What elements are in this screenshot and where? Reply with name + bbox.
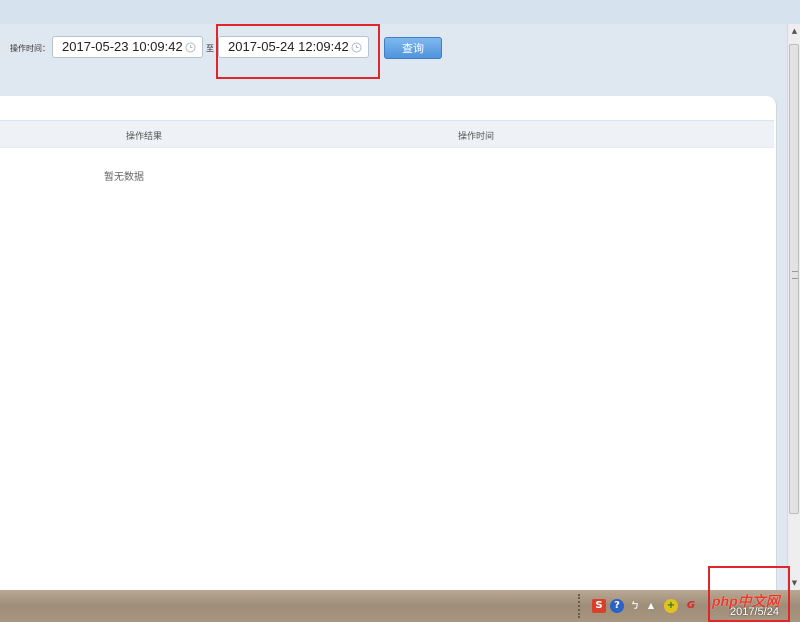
results-panel: 操作结果 操作时间 暂无数据 [0, 96, 777, 590]
scroll-up-arrow-icon[interactable]: ▲ [788, 24, 800, 38]
security-plus-icon[interactable]: + [664, 599, 678, 613]
language-icon[interactable]: ㄅ [628, 599, 642, 613]
sogou-input-icon[interactable]: S [592, 599, 606, 613]
show-hidden-icons-icon[interactable]: ▲ [644, 599, 658, 613]
clock-icon[interactable] [184, 41, 196, 53]
top-strip [0, 0, 800, 25]
highlight-box-end-time [216, 24, 380, 79]
scroll-thumb[interactable] [789, 44, 799, 514]
operation-time-label: 操作时间： [10, 44, 50, 53]
to-label: 至 [206, 44, 214, 53]
start-datetime-input[interactable]: 2017-05-23 10:09:42 [52, 36, 203, 58]
column-operation-time[interactable]: 操作时间 [458, 129, 494, 142]
taskbar: S ? ㄅ ▲ + G [0, 590, 800, 622]
highlight-box-date [708, 566, 790, 622]
help-icon[interactable]: ? [610, 599, 624, 613]
tray-grip[interactable] [578, 594, 584, 618]
app-g-icon[interactable]: G [684, 599, 698, 613]
empty-message: 暂无数据 [104, 172, 144, 183]
query-button[interactable]: 查询 [384, 37, 442, 59]
table-header: 操作结果 操作时间 [0, 120, 774, 148]
column-operation-result[interactable]: 操作结果 [126, 129, 162, 142]
start-datetime-value: 2017-05-23 10:09:42 [62, 39, 183, 54]
grip-icon [792, 271, 798, 279]
vertical-scrollbar[interactable]: ▲ ▼ [787, 24, 800, 590]
